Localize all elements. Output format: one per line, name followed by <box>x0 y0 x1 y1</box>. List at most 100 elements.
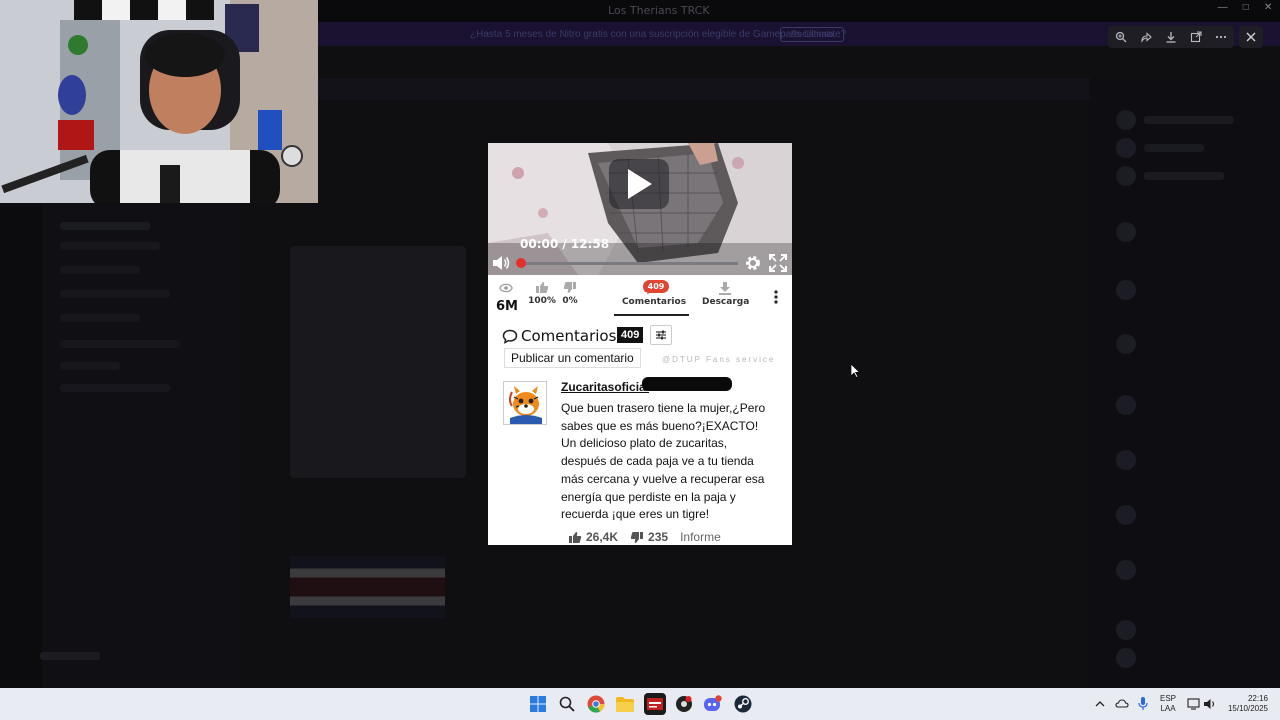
comment-icon <box>502 329 518 344</box>
window-close-icon[interactable]: ✕ <box>1264 2 1272 18</box>
avatar[interactable] <box>1116 620 1136 640</box>
video-time: 00:00 / 12:58 <box>520 237 610 251</box>
keyboard-layout: LAA <box>1160 704 1176 713</box>
avatar[interactable] <box>1116 222 1136 242</box>
avatar[interactable] <box>1116 648 1136 668</box>
start-button[interactable] <box>527 693 549 715</box>
steam-button[interactable] <box>732 693 754 715</box>
comment-like-button[interactable]: 26,4K <box>568 530 618 544</box>
volume-icon[interactable] <box>491 254 511 272</box>
chrome-icon <box>587 695 605 713</box>
download-icon <box>719 282 731 295</box>
channel-item[interactable] <box>60 340 180 348</box>
thumbs-up-icon <box>536 282 549 293</box>
channel-item[interactable] <box>60 314 140 322</box>
avatar[interactable] <box>1116 395 1136 415</box>
avatar[interactable] <box>1116 450 1136 470</box>
channel-item[interactable] <box>60 222 150 230</box>
clock-date: 15/10/2025 <box>1227 704 1268 713</box>
more-icon[interactable] <box>1212 28 1230 46</box>
channel-item[interactable] <box>60 362 120 370</box>
kebab-menu-icon[interactable] <box>774 290 778 304</box>
comment-author[interactable]: Zucaritasoficial <box>561 380 649 394</box>
webcam-overlay <box>0 0 318 203</box>
views-count: 6M <box>496 299 518 314</box>
windows-icon <box>530 696 546 712</box>
steam-icon <box>734 695 752 713</box>
comment-like-count: 26,4K <box>586 530 619 544</box>
comments-filter-button[interactable] <box>650 325 672 345</box>
app-icon <box>676 696 692 712</box>
report-link[interactable]: Informe <box>680 530 721 544</box>
sliders-icon <box>656 330 666 340</box>
play-button[interactable] <box>609 159 669 209</box>
clock-time: 22:16 <box>1247 694 1268 703</box>
watermark-text: @DTUP Fans service <box>662 355 776 364</box>
language-indicator[interactable]: ESP LAA <box>1160 694 1176 714</box>
user-panel[interactable] <box>40 652 100 660</box>
download-icon[interactable] <box>1162 28 1180 46</box>
member-item[interactable] <box>1144 116 1234 124</box>
speaker-icon[interactable] <box>1203 697 1217 711</box>
comment-dislike-button[interactable]: 235 <box>630 530 668 544</box>
redaction-bar <box>642 377 732 391</box>
chevron-up-icon[interactable] <box>1095 700 1105 708</box>
avatar[interactable] <box>1116 110 1136 130</box>
message-thumbnail[interactable] <box>290 246 466 478</box>
thumbs-down-icon <box>563 282 576 293</box>
app-button[interactable] <box>644 693 666 715</box>
forward-icon[interactable] <box>1137 28 1155 46</box>
comments-title: Comentarios <box>521 327 617 345</box>
webcam-image <box>0 0 318 203</box>
taskbar-search-button[interactable] <box>556 693 578 715</box>
video-progress-handle[interactable] <box>516 258 526 268</box>
comments-count-badge: 409 <box>643 280 669 293</box>
avatar[interactable] <box>503 381 547 425</box>
video-stats-bar: 6M 100% 0% Comentarios 409 Descarga <box>488 275 792 319</box>
comments-count: 409 <box>617 327 644 343</box>
gear-icon[interactable] <box>744 254 762 272</box>
tab-download[interactable]: Descarga <box>702 281 749 307</box>
channel-item[interactable] <box>60 290 170 298</box>
avatar[interactable] <box>1116 280 1136 300</box>
file-explorer-button[interactable] <box>614 693 636 715</box>
eye-icon <box>499 283 513 293</box>
like-stat[interactable]: 100% <box>528 281 556 306</box>
app-icon <box>647 698 663 710</box>
publish-comment-button[interactable]: Publicar un comentario <box>504 348 641 368</box>
avatar[interactable] <box>1116 560 1136 580</box>
avatar[interactable] <box>1116 138 1136 158</box>
dislike-percent: 0% <box>562 296 578 306</box>
video-player[interactable]: 00:00 / 12:58 <box>488 143 792 275</box>
fullscreen-icon[interactable] <box>769 254 787 272</box>
viewer-close-button[interactable] <box>1239 26 1263 48</box>
microphone-icon[interactable] <box>1138 696 1148 711</box>
flag-image <box>290 556 445 618</box>
channel-item[interactable] <box>60 266 140 274</box>
app-button[interactable] <box>673 693 695 715</box>
dislike-stat[interactable]: 0% <box>558 281 582 306</box>
open-external-icon[interactable] <box>1187 28 1205 46</box>
image-viewer-toolbar <box>1108 26 1234 48</box>
network-icon[interactable] <box>1187 697 1201 711</box>
nitro-banner-button[interactable]: Reclamalo <box>780 27 844 42</box>
play-icon <box>628 169 652 199</box>
maximize-icon[interactable]: □ <box>1243 2 1249 18</box>
discord-button[interactable] <box>702 693 724 715</box>
comment-actions: 26,4K 235 Informe <box>568 530 721 544</box>
member-item[interactable] <box>1144 144 1204 152</box>
chrome-button[interactable] <box>585 693 607 715</box>
zoom-icon[interactable] <box>1112 28 1130 46</box>
video-progress-track[interactable] <box>522 262 738 265</box>
channel-item[interactable] <box>60 384 170 392</box>
window-controls[interactable]: — □ ✕ <box>1210 2 1280 18</box>
mouse-cursor-icon <box>851 364 861 378</box>
minimize-icon[interactable]: — <box>1218 2 1228 18</box>
member-item[interactable] <box>1144 172 1224 180</box>
avatar[interactable] <box>1116 334 1136 354</box>
avatar[interactable] <box>1116 166 1136 186</box>
channel-item[interactable] <box>60 242 160 250</box>
avatar[interactable] <box>1116 505 1136 525</box>
cloud-icon[interactable] <box>1115 697 1129 711</box>
system-clock[interactable]: 22:16 15/10/2025 <box>1222 694 1268 714</box>
